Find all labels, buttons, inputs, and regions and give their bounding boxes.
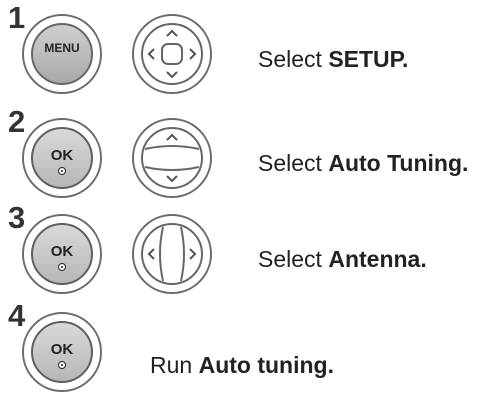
up-down-nav-button[interactable]: [132, 118, 212, 198]
up-down-arrows-icon: [141, 127, 203, 189]
step-description: Select Antenna.: [258, 246, 427, 273]
ok-button-face: OK: [31, 223, 93, 285]
four-way-nav-button[interactable]: [132, 14, 212, 94]
step-number: 1: [8, 0, 26, 35]
step-description: Select Auto Tuning.: [258, 150, 468, 177]
step-description: Select SETUP.: [258, 46, 408, 73]
ok-button-face: OK: [31, 321, 93, 383]
ok-button[interactable]: OK: [22, 312, 102, 392]
step-3: 3 OK Select Antenna.: [0, 200, 495, 310]
ok-button-face: OK: [31, 127, 93, 189]
menu-button[interactable]: MENU: [22, 14, 102, 94]
step-desc-bold: Auto Tuning.: [328, 150, 469, 176]
ok-dot-icon: [58, 167, 66, 175]
left-right-arrows-icon: [141, 223, 203, 285]
ok-button-label: OK: [50, 341, 74, 358]
step-4: 4 OK Run Auto tuning.: [0, 298, 495, 408]
step-desc-prefix: Select: [258, 46, 329, 72]
ok-dot-icon: [58, 361, 66, 369]
step-1: 1 MENU Select SETUP.: [0, 0, 495, 110]
step-desc-prefix: Run: [150, 352, 199, 378]
step-desc-prefix: Select: [258, 246, 329, 272]
ok-button[interactable]: OK: [22, 118, 102, 198]
menu-button-label: MENU: [44, 41, 80, 55]
step-desc-bold: Auto tuning.: [198, 352, 334, 378]
step-number: 2: [8, 104, 26, 139]
ok-button-label: OK: [50, 147, 74, 164]
step-number: 4: [8, 298, 26, 333]
step-desc-bold: Antenna.: [328, 246, 427, 272]
step-description: Run Auto tuning.: [150, 352, 334, 379]
step-desc-bold: SETUP.: [328, 46, 409, 72]
left-right-nav-button[interactable]: [132, 214, 212, 294]
ok-button-label: OK: [50, 243, 74, 260]
ok-button[interactable]: OK: [22, 214, 102, 294]
four-way-arrows-icon: [141, 23, 203, 85]
ok-dot-icon: [58, 263, 66, 271]
step-2: 2 OK Select Auto Tuning.: [0, 104, 495, 214]
menu-button-face: MENU: [31, 23, 93, 85]
step-desc-prefix: Select: [258, 150, 329, 176]
step-number: 3: [8, 200, 26, 235]
